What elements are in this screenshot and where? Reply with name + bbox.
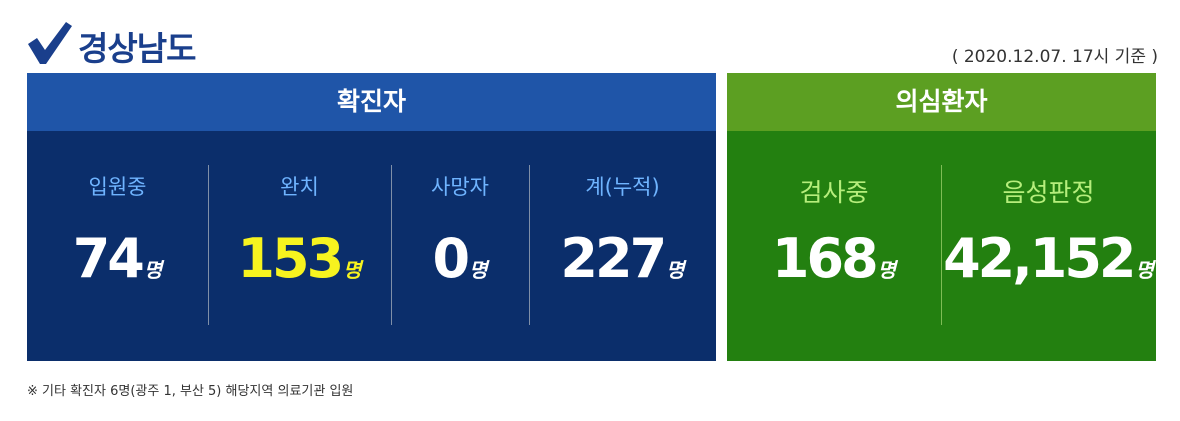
stat-label: 검사중: [799, 178, 869, 207]
stat-label: 입원중: [88, 175, 147, 199]
stat-value: 168 명: [727, 227, 941, 290]
stat-number: 168: [771, 227, 879, 290]
stat-value: 227 명: [529, 227, 716, 290]
stat-number: 74: [72, 227, 145, 290]
stat-label: 완치: [280, 175, 319, 199]
stat-unit: 명: [343, 258, 362, 282]
stat-unit: 명: [666, 258, 685, 282]
stat-number: 42,152: [943, 227, 1136, 290]
title-row: 경상남도 ( 2020.12.07. 17시 기준 ): [26, 14, 1160, 70]
stat-value: 153 명: [208, 227, 391, 290]
stat-value: 42,152 명: [941, 227, 1156, 290]
stat-label: 음성판정: [1002, 178, 1095, 207]
suspected-panel: 의심환자 검사중 168 명 음성판정 42,152 명: [727, 73, 1156, 361]
region-title: 경상남도: [78, 29, 196, 68]
stat-negative: 음성판정 42,152 명: [941, 131, 1156, 361]
stat-testing: 검사중 168 명: [727, 131, 941, 361]
suspected-stats: 검사중 168 명 음성판정 42,152 명: [727, 131, 1156, 361]
stat-label: 사망자: [431, 175, 489, 199]
confirmed-panel: 확진자 입원중 74 명 완치 153 명 사망자 0명 계(누적) 227 명: [27, 73, 716, 361]
stat-value: 0명: [391, 227, 529, 290]
check-icon: [28, 22, 72, 64]
stat-number: 153: [237, 227, 344, 290]
reference-date: ( 2020.12.07. 17시 기준 ): [951, 47, 1158, 67]
stat-value: 74 명: [27, 227, 208, 290]
suspected-panel-title: 의심환자: [727, 73, 1156, 131]
confirmed-stats: 입원중 74 명 완치 153 명 사망자 0명 계(누적) 227 명: [27, 131, 716, 361]
confirmed-panel-title: 확진자: [27, 73, 716, 131]
stat-number: 0: [432, 227, 471, 290]
stat-unit: 명: [469, 258, 488, 282]
stat-deaths: 사망자 0명: [391, 131, 529, 361]
stat-unit: 명: [877, 258, 897, 282]
stat-number: 227: [560, 227, 667, 290]
stat-unit: 명: [143, 258, 163, 282]
stat-total: 계(누적) 227 명: [529, 131, 716, 361]
footnote: ※ 기타 확진자 6명(광주 1, 부산 5) 해당지역 의료기관 입원: [27, 384, 354, 399]
stat-label: 계(누적): [585, 175, 660, 199]
stat-unit: 명: [1135, 258, 1154, 282]
stat-recovered: 완치 153 명: [208, 131, 391, 361]
stat-hospitalized: 입원중 74 명: [27, 131, 208, 361]
